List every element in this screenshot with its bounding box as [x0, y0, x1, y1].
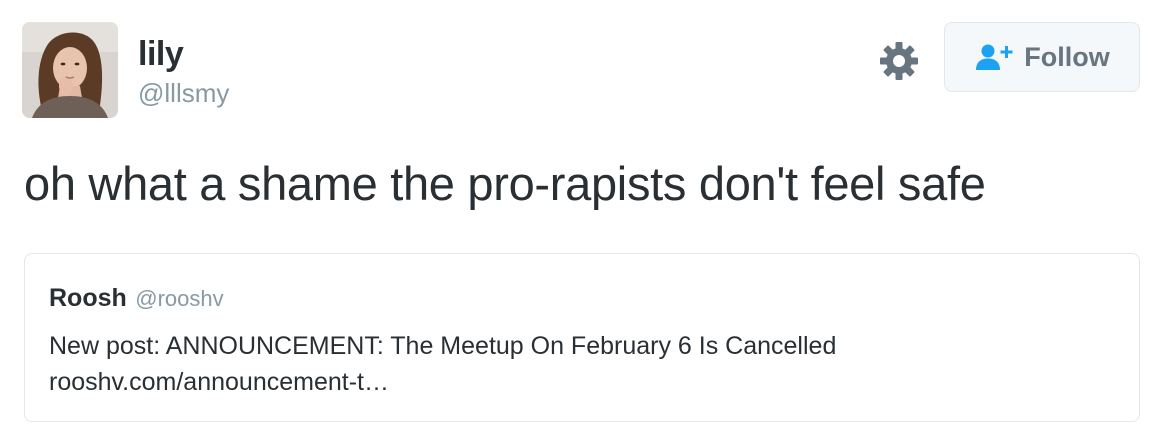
user-avatar-photo	[22, 22, 118, 118]
quoted-tweet[interactable]: Roosh @rooshv New post: ANNOUNCEMENT: Th…	[24, 253, 1140, 422]
quoted-tweet-header: Roosh @rooshv	[49, 282, 224, 318]
quoted-author-name: Roosh	[49, 284, 127, 312]
tweet-card: lily @lllsmy Follow oh what a shame the …	[0, 0, 1170, 438]
quoted-text-line: New post: ANNOUNCEMENT: The Meetup On Fe…	[49, 332, 837, 360]
gear-icon[interactable]	[878, 40, 920, 82]
quoted-tweet-text: New post: ANNOUNCEMENT: The Meetup On Fe…	[49, 328, 836, 400]
follow-button[interactable]: Follow	[944, 22, 1140, 92]
author-screen-name[interactable]: @lllsmy	[138, 77, 229, 109]
add-user-icon	[976, 44, 1013, 70]
author-display-name[interactable]: lily	[138, 34, 184, 74]
follow-button-label: Follow	[1024, 42, 1110, 72]
quoted-link[interactable]: rooshv.com/announcement-t…	[49, 364, 836, 400]
avatar[interactable]	[22, 22, 118, 118]
tweet-text: oh what a shame the pro-rapists don't fe…	[24, 157, 986, 210]
quoted-author-handle: @rooshv	[135, 286, 224, 311]
